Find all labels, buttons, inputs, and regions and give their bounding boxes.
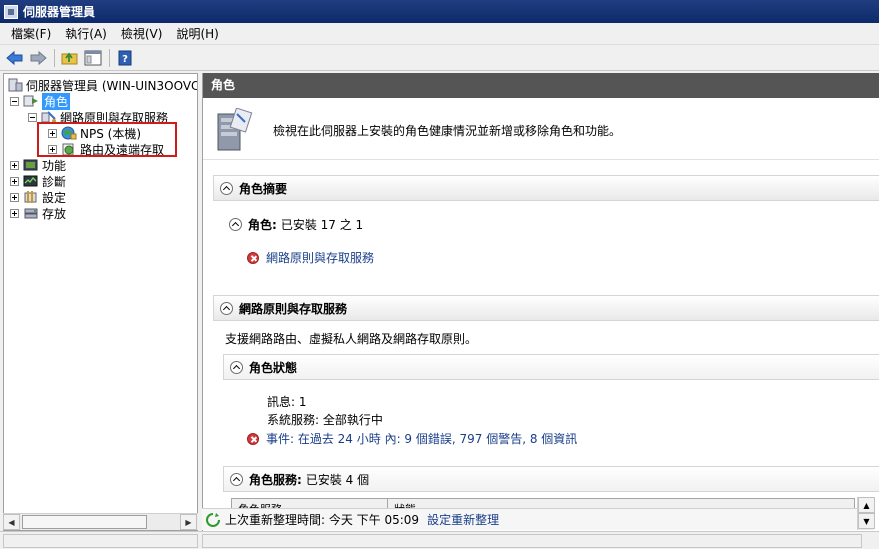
tree-item-configuration[interactable]: 設定	[10, 189, 66, 205]
section-title-role-summary: 角色摘要	[239, 181, 288, 196]
tree-item-root[interactable]: 伺服器管理員 (WIN-UIN3OOVC7	[7, 77, 198, 93]
role-services-value: 已安裝 4 個	[305, 472, 370, 487]
menu-help[interactable]: 說明(H)	[169, 23, 225, 45]
section-role-services[interactable]: 角色服務: 已安裝 4 個	[223, 466, 879, 492]
collapse-icon[interactable]	[230, 472, 243, 486]
events-row: 事件: 在過去 24 小時 內: 9 個錯誤, 797 個警告, 8 個資訊	[247, 430, 577, 447]
section-role-summary[interactable]: 角色摘要	[213, 175, 879, 201]
menu-file[interactable]: 檔案(F)	[4, 23, 58, 45]
tree-item-roles[interactable]: 角色	[10, 92, 71, 110]
collapse-icon[interactable]	[220, 301, 233, 315]
server-manager-icon	[4, 4, 18, 19]
status-cell	[202, 534, 862, 548]
tree-horizontal-scrollbar[interactable]: ◀ ▶	[3, 513, 198, 530]
refresh-icon	[206, 512, 220, 527]
collapse-toggle[interactable]	[10, 96, 19, 106]
expand-toggle[interactable]	[10, 208, 19, 218]
scroll-up-icon[interactable]: ▲	[858, 497, 875, 513]
menu-action[interactable]: 執行(A)	[58, 23, 114, 45]
role-services-label: 角色服務:	[249, 472, 302, 487]
window-title: 伺服器管理員	[23, 5, 96, 19]
menu-view[interactable]: 檢視(V)	[114, 23, 170, 45]
tree-item-features[interactable]: 功能	[10, 157, 66, 173]
content-header: 角色	[203, 73, 879, 98]
roles-value: 已安裝 17 之 1	[280, 218, 364, 232]
server-icon	[8, 78, 23, 92]
tree-label-root: 伺服器管理員 (WIN-UIN3OOVC7	[26, 78, 198, 93]
expand-toggle[interactable]	[10, 192, 19, 202]
collapse-icon[interactable]	[229, 218, 242, 231]
nps-description: 支援網路路由、虛擬私人網路及網路存取原則。	[225, 332, 478, 346]
scroll-thumb[interactable]	[22, 515, 147, 529]
tree-item-storage[interactable]: 存放	[10, 205, 66, 221]
forward-arrow-icon[interactable]	[27, 47, 49, 69]
toolbar-separator	[54, 48, 55, 67]
show-hide-tree-icon[interactable]	[82, 47, 104, 69]
toolbar: ?	[0, 45, 879, 71]
content-vertical-scrollbar[interactable]: ▲ ▼	[857, 497, 875, 530]
content-pane: 角色 檢視在此伺服器上安裝的角色健康情況並新增或移除角色和功能。 角色摘要 角色…	[202, 73, 879, 531]
messages-text: 訊息: 1	[267, 395, 307, 409]
collapse-icon[interactable]	[230, 360, 243, 374]
tree-label-configuration: 設定	[42, 190, 67, 205]
refresh-bar: 上次重新整理時間: 今天 下午 05:09 設定重新整理	[202, 508, 857, 530]
section-role-status[interactable]: 角色狀態	[223, 354, 879, 380]
scroll-left-icon[interactable]: ◀	[3, 514, 20, 530]
tree-label-roles: 角色	[42, 92, 71, 110]
up-folder-icon[interactable]	[59, 47, 81, 69]
server-roles-icon	[217, 108, 253, 151]
scroll-right-icon[interactable]: ▶	[180, 514, 197, 530]
menu-bar: 檔案(F) 執行(A) 檢視(V) 說明(H)	[0, 23, 879, 45]
back-arrow-icon[interactable]	[4, 47, 26, 69]
tree-item-diagnostics[interactable]: 診斷	[10, 173, 66, 189]
title-bar: 伺服器管理員	[0, 0, 879, 23]
roles-count-row: 角色: 已安裝 17 之 1	[229, 216, 363, 233]
svg-text:?: ?	[122, 54, 128, 65]
tree-label-storage: 存放	[42, 206, 67, 221]
intro-text: 檢視在此伺服器上安裝的角色健康情況並新增或移除角色和功能。	[273, 124, 622, 138]
events-link[interactable]: 事件: 在過去 24 小時 內: 9 個錯誤, 797 個警告, 8 個資訊	[266, 430, 577, 447]
features-icon	[23, 159, 38, 171]
section-nps[interactable]: 網路原則與存取服務	[213, 295, 879, 321]
configure-refresh-link[interactable]: 設定重新整理	[427, 511, 499, 528]
section-title-nps: 網路原則與存取服務	[239, 301, 348, 316]
annotation-highlight-box	[37, 122, 177, 157]
roles-label: 角色:	[248, 218, 277, 232]
expand-toggle[interactable]	[10, 160, 19, 170]
diagnostics-icon	[23, 175, 38, 187]
roles-icon	[23, 95, 38, 107]
configuration-icon	[24, 191, 37, 203]
toolbar-separator	[109, 48, 110, 67]
error-icon	[247, 251, 259, 264]
tree-label-diagnostics: 診斷	[42, 174, 67, 189]
system-services-text: 系統服務: 全部執行中	[267, 413, 383, 427]
nps-role-link[interactable]: 網路原則與存取服務	[266, 249, 374, 266]
intro-panel: 檢視在此伺服器上安裝的角色健康情況並新增或移除角色和功能。	[203, 98, 879, 160]
scroll-down-icon[interactable]: ▼	[858, 513, 875, 529]
tree-label-features: 功能	[42, 158, 67, 173]
last-refresh-text: 上次重新整理時間: 今天 下午 05:09	[225, 513, 420, 527]
collapse-toggle[interactable]	[28, 112, 37, 122]
status-bar	[0, 531, 879, 549]
expand-toggle[interactable]	[10, 176, 19, 186]
error-icon	[247, 432, 259, 445]
collapse-icon[interactable]	[220, 181, 233, 195]
section-title-role-status: 角色狀態	[249, 360, 298, 375]
status-cell	[3, 534, 198, 548]
help-icon[interactable]: ?	[114, 47, 136, 69]
navigation-tree: 伺服器管理員 (WIN-UIN3OOVC7 角色 網路原則與存取服務 NPS (…	[3, 73, 198, 531]
storage-icon	[24, 208, 38, 219]
role-link-row: 網路原則與存取服務	[247, 249, 374, 266]
